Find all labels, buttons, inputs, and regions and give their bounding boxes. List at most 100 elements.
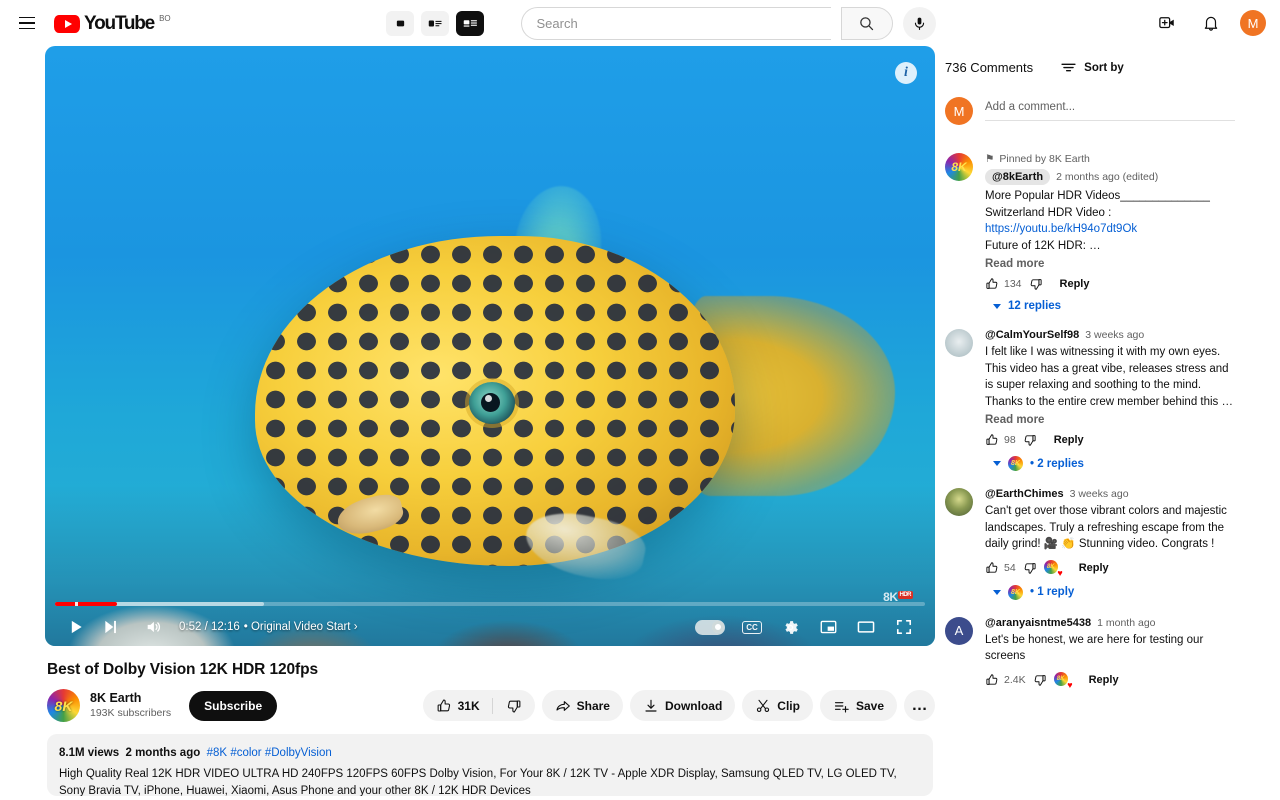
comment-read-more[interactable]: Read more (985, 414, 1235, 426)
hashtag-8k[interactable]: #8K (207, 747, 227, 759)
download-button[interactable]: Download (630, 690, 735, 721)
comment-item: A@aranyaisntme54381 month agoLet's be ho… (945, 617, 1235, 688)
channel-info[interactable]: 8K 8K Earth 193K subscribers (47, 689, 171, 722)
search-box[interactable] (521, 7, 831, 40)
comments-sort-button[interactable]: Sort by (1061, 62, 1124, 74)
primary-column: i 8KHDR (45, 46, 935, 796)
comment-dislike-button[interactable] (1023, 433, 1037, 447)
comment-reply-button[interactable]: Reply (1054, 434, 1084, 446)
heart-icon: ♥ (1067, 681, 1072, 690)
comment-link[interactable]: https://youtu.be/kH94o7dt9Ok (985, 221, 1235, 238)
comment-author-avatar[interactable] (945, 329, 973, 357)
clip-label: Clip (777, 699, 800, 713)
comment-author-handle[interactable]: @aranyaisntme5438 (985, 617, 1091, 629)
youtube-play-icon (54, 15, 80, 33)
chevron-right-icon: › (354, 621, 358, 633)
comments-column: 736 Comments Sort by M 8K⚑Pinned by 8K E… (935, 46, 1235, 796)
hashtag-color[interactable]: #color (230, 747, 261, 759)
next-video-icon[interactable] (93, 610, 127, 644)
watch-page: i 8KHDR (0, 46, 1280, 796)
miniplayer-icon[interactable] (811, 610, 845, 644)
captions-button[interactable]: CC (735, 610, 769, 644)
play-icon[interactable] (59, 610, 93, 644)
comment-author-handle[interactable]: @CalmYourSelf98 (985, 329, 1079, 341)
comment-author-avatar[interactable]: A (945, 617, 973, 645)
theater-mode-icon[interactable] (849, 610, 883, 644)
comment-like-button[interactable]: 134 (985, 277, 1022, 291)
autoplay-toggle[interactable] (695, 620, 725, 635)
sort-icon (1061, 62, 1076, 73)
view-mode-medium-button[interactable] (421, 11, 449, 36)
dislike-button[interactable] (493, 698, 535, 714)
channel-avatar[interactable]: 8K (47, 689, 80, 722)
like-dislike-group: 31K (423, 690, 535, 721)
reply-author-avatar: 8K (1008, 456, 1023, 471)
comment-author-row: @aranyaisntme54381 month ago (985, 617, 1235, 629)
volume-icon[interactable] (137, 610, 171, 644)
creator-heart-avatar: 8K (1054, 672, 1068, 686)
player-time-display: 0:52 / 12:16 (179, 621, 240, 633)
create-video-icon[interactable] (1152, 8, 1182, 38)
progress-bar[interactable] (55, 602, 925, 606)
captions-label: CC (742, 621, 762, 634)
player-chapter-label[interactable]: • Original Video Start › (244, 621, 358, 633)
comment-dislike-button[interactable] (1029, 277, 1043, 291)
account-avatar[interactable]: M (1240, 10, 1266, 36)
comment-like-button[interactable]: 98 (985, 433, 1016, 447)
comment-reply-button[interactable]: Reply (1079, 562, 1109, 574)
comment-dislike-button[interactable] (1033, 673, 1047, 687)
view-mode-detail-button[interactable] (456, 11, 484, 36)
like-button[interactable]: 31K (423, 698, 492, 714)
comment-item: 8K⚑Pinned by 8K Earth@8kEarth2 months ag… (945, 153, 1235, 312)
video-player[interactable]: i 8KHDR (45, 46, 935, 646)
save-label: Save (856, 699, 884, 713)
video-description[interactable]: 8.1M views 2 months ago #8K #color #Dolb… (47, 734, 933, 796)
comment-actions: 2.4K 8K♥ Reply (985, 672, 1235, 688)
subscribe-button[interactable]: Subscribe (189, 691, 277, 721)
view-mode-compact-button[interactable] (386, 11, 414, 36)
comment-like-button[interactable]: 2.4K (985, 673, 1026, 687)
comment-dislike-button[interactable] (1023, 561, 1037, 575)
youtube-logo[interactable]: YouTube BO (54, 14, 171, 33)
hamburger-menu-icon[interactable] (10, 6, 44, 40)
comment-author-handle[interactable]: @EarthChimes (985, 488, 1064, 500)
save-button[interactable]: Save (820, 690, 897, 721)
comment-author-handle[interactable]: @8kEarth (985, 169, 1050, 185)
creator-heart-avatar: 8K (1044, 560, 1058, 574)
comment-replies-toggle[interactable]: 12 replies (993, 300, 1235, 312)
gear-icon[interactable] (773, 610, 807, 644)
comment-replies-toggle[interactable]: 8K • 2 replies (993, 456, 1235, 471)
search-area (521, 7, 936, 40)
comment-read-more[interactable]: Read more (985, 258, 1235, 270)
video-info-icon[interactable]: i (895, 62, 917, 84)
comment-author-row: @CalmYourSelf983 weeks ago (985, 329, 1235, 341)
fullscreen-icon[interactable] (887, 610, 921, 644)
hashtag-dolbyvision[interactable]: #DolbyVision (265, 747, 332, 759)
clip-button[interactable]: Clip (742, 690, 813, 721)
comment-author-avatar[interactable] (945, 488, 973, 516)
comment-list: 8K⚑Pinned by 8K Earth@8kEarth2 months ag… (945, 153, 1235, 688)
description-stats-row: 8.1M views 2 months ago #8K #color #Dolb… (59, 745, 921, 762)
share-button[interactable]: Share (542, 690, 623, 721)
channel-name[interactable]: 8K Earth (90, 691, 171, 706)
bell-icon[interactable] (1196, 8, 1226, 38)
masthead-center (310, 7, 1116, 40)
search-button[interactable] (841, 7, 893, 40)
masthead: YouTube BO (0, 0, 1280, 46)
comment-reply-button[interactable]: Reply (1060, 278, 1090, 290)
comment-actions: 54 8K♥ Reply (985, 560, 1235, 576)
pin-icon: ⚑ (985, 153, 994, 165)
comment-reply-button[interactable]: Reply (1089, 674, 1119, 686)
reply-author-avatar: 8K (1008, 585, 1023, 600)
add-comment-input[interactable] (985, 97, 1235, 121)
creator-heart-badge: 8K♥ (1044, 560, 1062, 576)
comment-like-button[interactable]: 54 (985, 561, 1016, 575)
more-actions-button[interactable]: … (904, 690, 935, 721)
search-input[interactable] (537, 8, 831, 39)
comment-replies-toggle[interactable]: 8K• 1 reply (993, 585, 1235, 600)
voice-search-button[interactable] (903, 7, 936, 40)
video-title: Best of Dolby Vision 12K HDR 120fps (47, 661, 935, 679)
player-control-row: 0:52 / 12:16 • Original Video Start › CC (45, 608, 935, 646)
comment-author-avatar[interactable]: 8K (945, 153, 973, 181)
comment-replies-label: • 2 replies (1030, 458, 1084, 470)
